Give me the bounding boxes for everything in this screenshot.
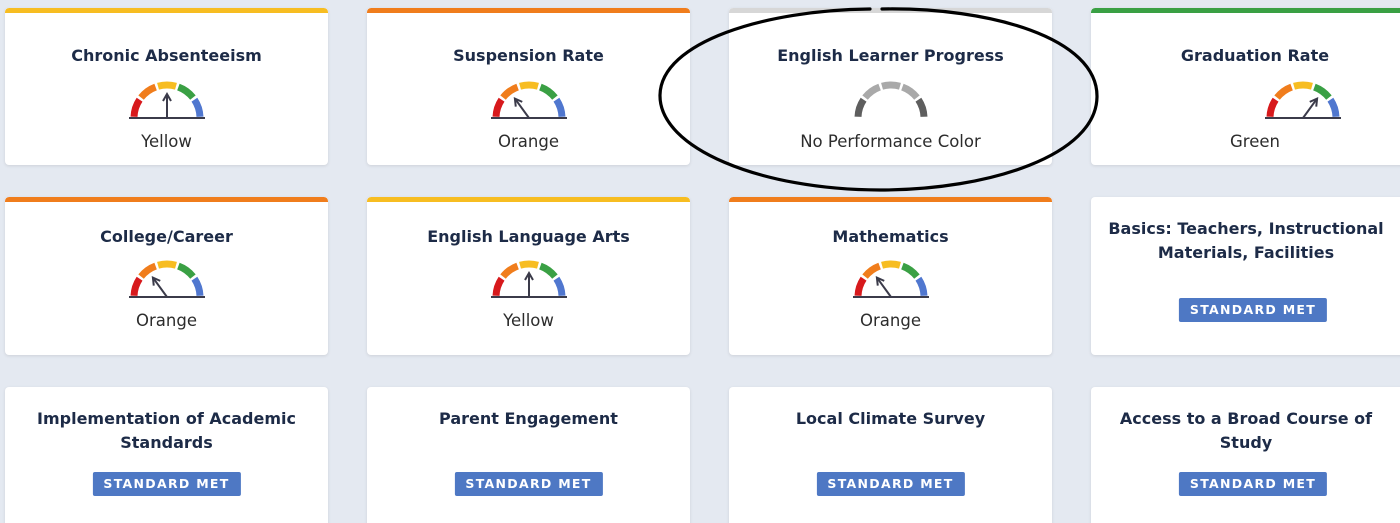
- gauge-segment: [1266, 97, 1279, 118]
- card-broad-course-of-study[interactable]: Access to a Broad Course of Study STANDA…: [1091, 387, 1400, 523]
- status-bar: [367, 8, 690, 13]
- gauge-segment: [156, 81, 177, 90]
- gauge-segment: [492, 276, 505, 297]
- status-label: Orange: [498, 132, 559, 151]
- standard-met-badge: STANDARD MET: [1178, 472, 1328, 496]
- card-title-line2: Standards: [120, 433, 213, 452]
- status-label: Yellow: [503, 311, 554, 330]
- gauge-segment: [137, 83, 157, 100]
- card-title-line2: Materials, Facilities: [1157, 243, 1335, 262]
- card-chronic-absenteeism[interactable]: Chronic Absenteeism Yellow: [5, 8, 328, 165]
- card-basics[interactable]: Basics: Teachers, Instructional Material…: [1091, 197, 1400, 355]
- card-title: Parent Engagement: [439, 409, 618, 428]
- gauge-segment: [900, 262, 920, 279]
- gauge-segment: [854, 276, 867, 297]
- card-title-line1: Access to a Broad Course of: [1119, 409, 1373, 428]
- gauge-segment: [130, 276, 143, 297]
- standard-met-badge: STANDARD MET: [1178, 298, 1328, 322]
- gauge-segment: [499, 262, 519, 279]
- status-label: Yellow: [141, 132, 192, 151]
- card-implementation-academic-standards[interactable]: Implementation of Academic Standards STA…: [5, 387, 328, 523]
- dashboard: Chronic Absenteeism Yellow Suspension Ra…: [0, 0, 1400, 523]
- card-title: Chronic Absenteeism: [71, 46, 262, 65]
- card-local-climate-survey[interactable]: Local Climate Survey STANDARD MET: [729, 387, 1052, 523]
- card-title: Local Climate Survey: [795, 409, 986, 428]
- gauge-segment: [130, 97, 143, 118]
- gauge-segment: [880, 260, 901, 269]
- card-graduation-rate[interactable]: Graduation Rate Green: [1091, 8, 1400, 165]
- card-title: Suspension Rate: [453, 46, 604, 65]
- gauge-segment: [880, 81, 901, 90]
- card-title: College/Career: [100, 227, 233, 246]
- card-suspension-rate[interactable]: Suspension Rate Orange: [367, 8, 690, 165]
- gauge-segment: [137, 262, 157, 279]
- gauge-segment: [538, 83, 558, 100]
- status-bar: [367, 197, 690, 202]
- gauge-icon: [854, 81, 927, 118]
- card-mathematics[interactable]: Mathematics Orange: [729, 197, 1052, 355]
- status-bar: [5, 197, 328, 202]
- gauge-segment: [176, 83, 196, 100]
- gauge-segment: [1327, 97, 1340, 118]
- status-label: Orange: [860, 311, 921, 330]
- gauge-segment: [861, 262, 881, 279]
- gauge-icon: [852, 260, 929, 298]
- gauge-icon: [1265, 81, 1341, 119]
- gauge-segment: [1312, 83, 1332, 100]
- gauge-segment: [176, 262, 196, 279]
- card-college-career[interactable]: College/Career Orange: [5, 197, 328, 355]
- card-parent-engagement[interactable]: Parent Engagement STANDARD MET: [367, 387, 690, 523]
- gauge-segment: [518, 260, 539, 269]
- gauge-segment: [156, 260, 177, 269]
- standard-met-badge: STANDARD MET: [92, 472, 241, 496]
- card-english-language-arts[interactable]: English Language Arts Yellow: [367, 197, 690, 355]
- gauge-segment: [861, 83, 881, 100]
- status-label: No Performance Color: [800, 132, 981, 151]
- gauge-segment: [492, 97, 505, 118]
- card-title: Graduation Rate: [1180, 46, 1330, 65]
- status-bar: [5, 8, 328, 13]
- card-english-learner-progress[interactable]: English Learner Progress No Performance …: [729, 8, 1052, 165]
- gauge-segment: [538, 262, 558, 279]
- status-bar: [729, 197, 1052, 202]
- card-title-line2: Study: [1219, 433, 1273, 452]
- status-bar: [1091, 8, 1400, 13]
- gauge-segment: [900, 83, 920, 100]
- gauge-segment: [190, 276, 203, 297]
- card-title: English Learner Progress: [777, 46, 1004, 65]
- status-label: Orange: [136, 311, 197, 330]
- card-title: English Language Arts: [427, 227, 630, 246]
- card-title-line1: Basics: Teachers, Instructional: [1108, 219, 1384, 238]
- gauge-segment: [499, 83, 519, 100]
- gauge-segment: [552, 276, 565, 297]
- gauge-icon: [128, 81, 205, 119]
- status-bar: [729, 8, 1052, 13]
- standard-met-badge: STANDARD MET: [816, 472, 965, 496]
- gauge-icon: [490, 81, 567, 119]
- card-title-line1: Implementation of Academic: [37, 409, 296, 428]
- gauge-segment: [914, 97, 927, 118]
- standard-met-badge: STANDARD MET: [454, 472, 603, 496]
- card-title: Mathematics: [832, 227, 949, 246]
- gauge-segment: [1274, 83, 1294, 100]
- gauge-segment: [914, 276, 927, 297]
- gauge-segment: [854, 97, 867, 118]
- status-label: Green: [1230, 132, 1280, 151]
- gauge-segment: [1293, 81, 1313, 90]
- gauge-segment: [518, 81, 539, 90]
- gauge-icon: [128, 260, 205, 298]
- gauge-segment: [552, 97, 565, 118]
- gauge-icon: [490, 260, 567, 298]
- gauge-segment: [190, 97, 203, 118]
